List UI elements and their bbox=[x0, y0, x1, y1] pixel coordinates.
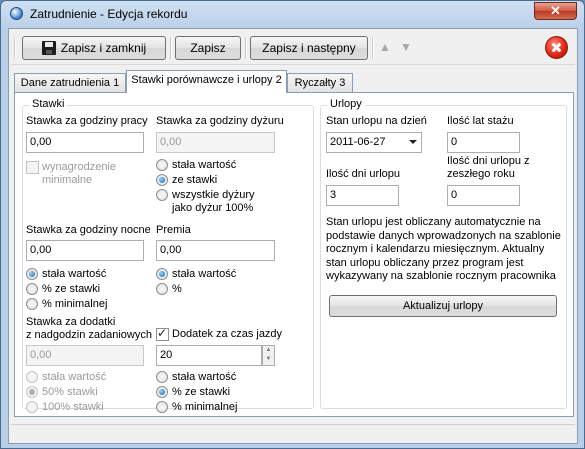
info-line: stan urlopu obliczany przez program jest bbox=[326, 256, 524, 269]
tab-dane-zatrudnienia[interactable]: Dane zatrudnienia 1 bbox=[14, 73, 126, 93]
info-line: Stan urlopu jest obliczany automatycznie… bbox=[326, 216, 541, 228]
client-area: Zapisz i zamknij Zapisz Zapisz i następn… bbox=[8, 28, 578, 444]
travel-spinner[interactable]: ▲ ▼ bbox=[262, 345, 275, 366]
arrow-up-icon[interactable]: ▲ bbox=[379, 40, 391, 54]
radio-dot[interactable] bbox=[156, 174, 168, 186]
radio-dot[interactable] bbox=[156, 401, 168, 413]
bonus-label: Premia bbox=[156, 224, 191, 236]
leave-date-label: Stan urlopu na dzień bbox=[326, 115, 427, 127]
leave-days-input[interactable]: 3 bbox=[326, 185, 399, 206]
min-wage-label-1: wynagrodzenie bbox=[42, 161, 116, 173]
status-bar bbox=[11, 424, 575, 442]
info-line: wykazywany na szablonie rocznym pracowni… bbox=[326, 270, 556, 282]
stawki-group-title: Stawki bbox=[29, 98, 68, 110]
radio-dot[interactable] bbox=[156, 283, 168, 295]
stawki-group: Stawki Stawka za godziny pracy 0,00 wyna… bbox=[22, 98, 314, 413]
radio-dot[interactable] bbox=[26, 268, 38, 280]
leave-days-label: Ilość dni urlopu bbox=[326, 168, 400, 180]
arrow-down-icon[interactable]: ▼ bbox=[400, 40, 412, 54]
radio-dot[interactable] bbox=[26, 283, 38, 295]
duty-all-label-2: jako dyżur 100% bbox=[172, 202, 254, 214]
radio-label: 50% stawki bbox=[42, 386, 98, 398]
radio-label: wszystkie dyżury bbox=[172, 189, 255, 201]
save-close-button[interactable]: Zapisz i zamknij bbox=[22, 36, 166, 60]
dropdown-arrow-icon[interactable] bbox=[409, 140, 417, 144]
hourly-rate-input[interactable]: 0,00 bbox=[26, 132, 144, 153]
tab-ryczalty[interactable]: Ryczałty 3 bbox=[287, 73, 353, 93]
radio-dot[interactable] bbox=[26, 371, 38, 383]
radio-dot[interactable] bbox=[156, 159, 168, 171]
leave-date-dropdown[interactable]: 2011-06-27 bbox=[326, 132, 422, 153]
spin-up-icon[interactable]: ▲ bbox=[263, 346, 274, 355]
radio-dot[interactable] bbox=[26, 298, 38, 310]
leave-date-value: 2011-06-27 bbox=[330, 136, 386, 148]
prev-days-label-1: Ilość dni urlopu z bbox=[447, 155, 530, 167]
radio-dot[interactable] bbox=[26, 386, 38, 398]
urlopy-group: Urlopy Stan urlopu na dzień 2011-06-27 I… bbox=[320, 98, 567, 409]
radio-label: % minimalnej bbox=[42, 298, 108, 310]
radio-label: stała wartość bbox=[172, 159, 237, 171]
radio-label: stała wartość bbox=[172, 371, 237, 383]
radio-dot[interactable] bbox=[156, 268, 168, 280]
leave-info-text: Stan urlopu jest obliczany automatycznie… bbox=[326, 216, 561, 284]
save-close-label: Zapisz i zamknij bbox=[60, 41, 147, 55]
night-rate-input[interactable]: 0,00 bbox=[26, 240, 144, 261]
seniority-input[interactable]: 0 bbox=[447, 132, 520, 153]
tab-panel: Stawki Stawka za godziny pracy 0,00 wyna… bbox=[14, 92, 574, 417]
radio-label: % ze stawki bbox=[172, 386, 231, 398]
radio-label: % ze stawki bbox=[42, 283, 101, 295]
radio-label: stała wartość bbox=[172, 268, 237, 280]
toolbar-separator bbox=[170, 37, 172, 59]
save-disk-icon bbox=[41, 40, 56, 55]
toolbar-separator bbox=[245, 37, 247, 59]
radio-dot[interactable] bbox=[156, 189, 168, 201]
save-next-button[interactable]: Zapisz i następny bbox=[250, 36, 368, 60]
prev-days-input[interactable]: 0 bbox=[447, 185, 520, 206]
min-wage-checkbox[interactable] bbox=[26, 161, 39, 174]
toolbar: Zapisz i zamknij Zapisz Zapisz i następn… bbox=[11, 31, 575, 65]
save-button[interactable]: Zapisz bbox=[175, 36, 241, 60]
window-title: Zatrudnienie - Edycja rekordu bbox=[30, 7, 188, 21]
duty-rate-label: Stawka za godziny dyżuru bbox=[156, 115, 284, 127]
radio-dot[interactable] bbox=[156, 371, 168, 383]
title-bar: Zatrudnienie - Edycja rekordu ✕ bbox=[1, 1, 584, 27]
radio-label: % bbox=[172, 283, 182, 295]
overtime-input[interactable]: 0,00 bbox=[26, 345, 144, 366]
radio-label: % minimalnej bbox=[172, 401, 238, 413]
duty-rate-input[interactable]: 0,00 bbox=[156, 132, 275, 153]
travel-checkbox[interactable] bbox=[156, 326, 169, 341]
toolbar-separator bbox=[372, 37, 374, 59]
min-wage-label-2: minimalne bbox=[42, 174, 93, 186]
radio-label: ze stawki bbox=[172, 174, 218, 186]
night-rate-label: Stawka za godziny nocne bbox=[26, 224, 151, 236]
seniority-label: Ilość lat stażu bbox=[447, 115, 514, 127]
spin-down-icon[interactable]: ▼ bbox=[263, 355, 274, 364]
overtime-label-2: z nadgodzin zadaniowych bbox=[26, 329, 152, 341]
radio-dot[interactable] bbox=[26, 401, 38, 413]
travel-input[interactable]: 20 bbox=[156, 345, 262, 366]
close-window-button[interactable]: ✕ bbox=[534, 2, 577, 20]
radio-dot[interactable] bbox=[156, 386, 168, 398]
travel-label: Dodatek za czas jazdy bbox=[172, 328, 283, 340]
window: Zatrudnienie - Edycja rekordu ✕ Zapisz i… bbox=[0, 0, 585, 449]
prev-days-label-2: zeszłego roku bbox=[447, 168, 515, 180]
bonus-input[interactable]: 0,00 bbox=[156, 240, 275, 261]
urlopy-group-title: Urlopy bbox=[327, 98, 365, 110]
hourly-rate-label: Stawka za godziny pracy bbox=[26, 115, 148, 127]
update-leave-button[interactable]: Aktualizuj urlopy bbox=[329, 295, 557, 317]
toolbar-grip bbox=[14, 37, 16, 59]
info-line: rocznym i kalendarzu miesięcznym. Aktual… bbox=[326, 243, 545, 255]
info-line: podstawie danych wprowadzonych na szablo… bbox=[326, 229, 561, 242]
app-icon bbox=[10, 7, 23, 20]
overtime-label-1: Stawka za dodatki bbox=[26, 316, 116, 328]
radio-label: 100% stawki bbox=[42, 401, 104, 413]
exit-icon[interactable] bbox=[545, 36, 568, 59]
radio-label: stała wartość bbox=[42, 268, 107, 280]
radio-label: stała wartość bbox=[42, 371, 107, 383]
tab-stawki-urlopy[interactable]: Stawki porównawcze i urlopy 2 bbox=[126, 70, 287, 93]
